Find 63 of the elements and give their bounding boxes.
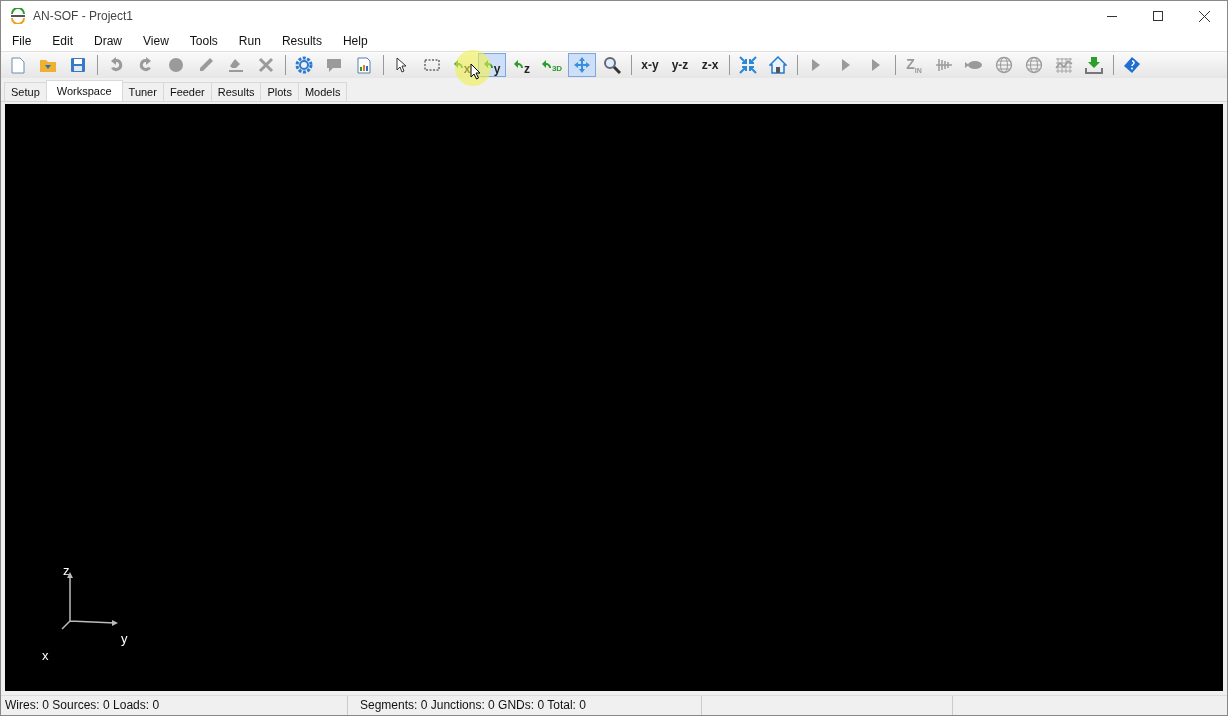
menu-item[interactable]: Draw	[86, 34, 131, 48]
chart-icon	[1055, 57, 1073, 73]
window-title: AN-SOF - Project1	[33, 9, 134, 23]
axis-label: x	[42, 648, 49, 663]
folder-icon	[39, 57, 57, 73]
status-text: Segments: 0 Junctions: 0 GNDs: 0 Total: 0	[348, 696, 702, 715]
redo-icon	[138, 57, 154, 73]
menu-item[interactable]: Edit	[44, 34, 82, 48]
menu-item[interactable]: Results	[273, 34, 330, 48]
undo-icon	[108, 57, 124, 73]
menu-item[interactable]: Help	[334, 34, 376, 48]
delete-icon	[258, 57, 274, 73]
menu-item[interactable]: View	[135, 34, 177, 48]
move-arrows-icon	[573, 56, 591, 74]
search-icon	[603, 56, 621, 74]
rotate-axis-label: x	[463, 63, 471, 75]
minimize-icon	[1107, 15, 1117, 17]
toolbar-button[interactable]: x-y	[636, 53, 664, 77]
home-icon	[769, 56, 787, 74]
globe-icon	[1025, 56, 1043, 74]
axis-label: y	[121, 631, 128, 646]
circle-icon	[168, 57, 184, 73]
new-file-icon	[11, 56, 25, 74]
tab[interactable]: Models	[297, 82, 348, 101]
rotate-arrow-icon	[453, 60, 464, 70]
toolbar-button[interactable]: y	[478, 53, 506, 77]
menu-item[interactable]: Run	[230, 34, 269, 48]
menu-item[interactable]: Tools	[181, 34, 226, 48]
toolbar-button[interactable]: z	[508, 53, 536, 77]
rotate-arrow-icon	[541, 60, 552, 70]
antenna-icon	[935, 57, 953, 73]
rotate-arrow-icon	[514, 60, 524, 70]
speech-bubble-icon	[326, 57, 342, 73]
tab[interactable]: Setup	[4, 82, 47, 101]
toolbar-button[interactable]: z-x	[696, 53, 724, 77]
download-icon	[1085, 56, 1103, 74]
pointer-icon	[396, 57, 408, 73]
blob-icon	[965, 60, 983, 70]
globe-icon	[995, 56, 1013, 74]
rotate-axis-label: z	[524, 63, 530, 75]
rotate-axis-label: y	[493, 63, 501, 75]
eraser-icon	[228, 57, 244, 73]
menu-item[interactable]: File	[4, 34, 40, 48]
axis-label: z	[63, 563, 70, 578]
status-text: Wires: 0 Sources: 0 Loads: 0	[1, 696, 348, 715]
rotate-arrow-icon	[483, 60, 494, 70]
toolbar-button[interactable]: y-z	[666, 53, 694, 77]
cursor-highlight	[455, 50, 491, 86]
play-icon	[871, 58, 881, 72]
tab[interactable]: Workspace	[45, 80, 123, 101]
selection-rectangle-icon	[424, 59, 440, 71]
play-icon	[811, 58, 821, 72]
app-logo-icon	[10, 8, 26, 24]
close-icon	[1198, 10, 1210, 22]
fit-arrows-icon	[739, 56, 757, 74]
maximize-icon	[1153, 11, 1163, 21]
mouse-cursor-icon	[470, 63, 481, 80]
play-icon	[841, 58, 851, 72]
report-icon	[357, 56, 371, 74]
pencil-icon	[198, 57, 214, 73]
rotate-axis-label: 3D	[551, 65, 563, 73]
settings-icon	[295, 56, 313, 74]
help-book-icon	[1123, 56, 1141, 74]
